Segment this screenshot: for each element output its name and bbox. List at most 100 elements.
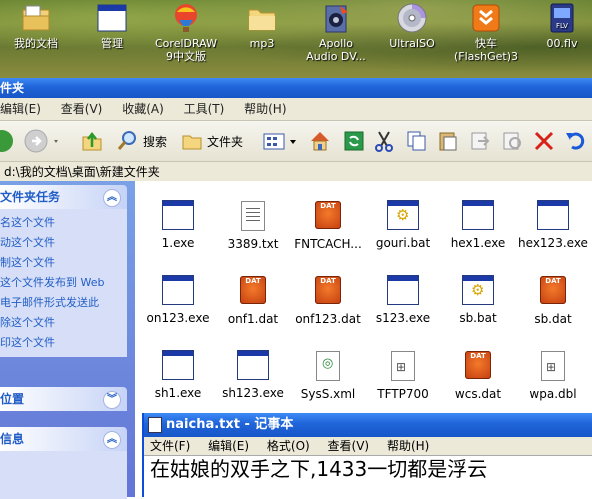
- paste-button[interactable]: [436, 129, 460, 153]
- file-item[interactable]: DAT wcs.dat: [441, 349, 515, 401]
- file-name: sh1.exe: [154, 386, 202, 400]
- details-body: [0, 451, 127, 499]
- file-item[interactable]: sh123.exe: [216, 349, 290, 400]
- file-tasks-title: 文件夹任务: [0, 190, 61, 204]
- forward-arrow-icon: [24, 129, 58, 153]
- exe-file-icon: [462, 200, 494, 232]
- desktop-icon-apollo[interactable]: Apollo Audio DV...: [300, 2, 372, 63]
- menu-favorites[interactable]: 收藏(A): [122, 102, 164, 116]
- notepad-menu-bar: 文件(F) 编辑(E) 格式(O) 查看(V) 帮助(H): [144, 437, 592, 456]
- collapse-chevron-icon[interactable]: ︽: [103, 431, 121, 449]
- file-item[interactable]: wpa.dbl: [516, 349, 590, 401]
- folders-button[interactable]: 文件夹: [180, 129, 243, 153]
- exe-file-icon: [162, 200, 194, 232]
- file-name: sb.dat: [534, 312, 572, 326]
- desktop-icon-flv[interactable]: FLV 00.flv: [526, 2, 592, 50]
- file-item[interactable]: 1.exe: [141, 199, 215, 250]
- up-folder-icon: [82, 131, 102, 151]
- desktop-icon-my-documents[interactable]: 我的文档: [0, 2, 72, 50]
- notepad-menu-edit[interactable]: 编辑(E): [208, 439, 249, 453]
- file-name: 3389.txt: [227, 237, 279, 251]
- cut-button[interactable]: [372, 129, 396, 153]
- desktop-icon-ultraiso[interactable]: UltraISO: [376, 2, 448, 50]
- folder-icon: [246, 2, 278, 34]
- file-item[interactable]: sh1.exe: [141, 349, 215, 400]
- notepad-menu-file[interactable]: 文件(F): [150, 439, 190, 453]
- file-name: onf1.dat: [227, 312, 279, 326]
- views-button[interactable]: [262, 129, 300, 153]
- paste-icon: [439, 132, 457, 151]
- file-item[interactable]: 3389.txt: [216, 199, 290, 251]
- desktop-icon-manage[interactable]: 管理: [76, 2, 148, 50]
- copy-to-icon: [503, 132, 521, 150]
- file-tasks-header[interactable]: 文件夹任务 ︽: [0, 185, 127, 209]
- file-item[interactable]: SysS.xml: [291, 349, 365, 401]
- flv-file-icon: FLV: [546, 2, 578, 34]
- desktop-icon-label: 快车: [475, 37, 497, 50]
- task-move[interactable]: 动这个文件: [0, 233, 127, 253]
- task-pane: 文件夹任务 ︽ 名这个文件 动这个文件 制这个文件 这个文件发布到 Web 电子…: [0, 181, 135, 499]
- search-label: 搜索: [143, 134, 168, 149]
- file-tasks-panel: 文件夹任务 ︽ 名这个文件 动这个文件 制这个文件 这个文件发布到 Web 电子…: [0, 185, 127, 357]
- desktop-icon-mp3[interactable]: mp3: [226, 2, 298, 50]
- menu-help[interactable]: 帮助(H): [244, 102, 286, 116]
- notepad-menu-help[interactable]: 帮助(H): [387, 439, 429, 453]
- file-item[interactable]: DAT FNTCACH...: [291, 199, 365, 251]
- collapse-chevron-icon[interactable]: ︽: [103, 189, 121, 207]
- copy-to-button[interactable]: [500, 129, 524, 153]
- task-delete[interactable]: 除这个文件: [0, 313, 127, 333]
- file-name: s123.exe: [375, 311, 431, 325]
- desktop-icon-flashget[interactable]: 快车 (FlashGet)3: [450, 2, 522, 63]
- task-publish-web[interactable]: 这个文件发布到 Web: [0, 273, 127, 293]
- file-item[interactable]: DAT onf1.dat: [216, 274, 290, 326]
- task-copy[interactable]: 制这个文件: [0, 253, 127, 273]
- file-item[interactable]: hex1.exe: [441, 199, 515, 250]
- task-rename[interactable]: 名这个文件: [0, 213, 127, 233]
- copy-icon: [407, 131, 426, 151]
- address-bar[interactable]: d:\我的文档\桌面\新建文件夹: [0, 162, 592, 183]
- move-to-icon: [471, 132, 490, 150]
- expand-chevron-icon[interactable]: ︾: [103, 391, 121, 409]
- other-places-header[interactable]: 位置 ︾: [0, 387, 127, 411]
- file-item[interactable]: hex123.exe: [516, 199, 590, 250]
- delete-button[interactable]: [532, 129, 556, 153]
- window-title: 件夹: [0, 81, 25, 95]
- up-folder-button[interactable]: [80, 129, 104, 153]
- notepad-menu-format[interactable]: 格式(O): [267, 439, 310, 453]
- undo-icon: [566, 132, 585, 150]
- file-item[interactable]: on123.exe: [141, 274, 215, 325]
- notepad-text-area[interactable]: 在姑娘的双手之下,1433一切都是浮云: [144, 456, 592, 482]
- search-button[interactable]: 搜索: [116, 129, 167, 153]
- exe-file-icon: [537, 200, 569, 232]
- home-button[interactable]: [308, 129, 332, 153]
- file-item[interactable]: DAT sb.dat: [516, 274, 590, 326]
- details-header[interactable]: 信息 ︽: [0, 427, 127, 451]
- desktop: 我的文档 管理 CorelDRAW 9中文版 mp3 Apollo Audio …: [0, 0, 592, 78]
- refresh-button[interactable]: [342, 129, 366, 153]
- back-button[interactable]: [0, 129, 14, 153]
- file-name: hex123.exe: [518, 236, 588, 250]
- desktop-icon-coreldraw[interactable]: CorelDRAW 9中文版: [150, 2, 222, 63]
- file-item[interactable]: DAT onf123.dat: [291, 274, 365, 326]
- move-to-button[interactable]: [468, 129, 492, 153]
- dbl-file-icon: [537, 351, 569, 383]
- explorer-title-bar[interactable]: 件夹: [0, 78, 592, 98]
- file-item[interactable]: gouri.bat: [366, 199, 440, 250]
- bat-file-icon: [387, 200, 419, 232]
- task-print[interactable]: 印这个文件: [0, 333, 127, 353]
- forward-button[interactable]: [24, 129, 64, 153]
- file-item[interactable]: s123.exe: [366, 274, 440, 325]
- app-window-icon: [96, 2, 128, 34]
- file-item[interactable]: TFTP700: [366, 349, 440, 401]
- file-item[interactable]: sb.bat: [441, 274, 515, 325]
- copy-button[interactable]: [404, 129, 428, 153]
- file-name: onf123.dat: [295, 312, 361, 326]
- menu-tools[interactable]: 工具(T): [184, 102, 225, 116]
- menu-view[interactable]: 查看(V): [61, 102, 103, 116]
- undo-button[interactable]: [564, 129, 588, 153]
- task-email[interactable]: 电子邮件形式发送此: [0, 293, 127, 313]
- dat-file-icon: DAT: [237, 276, 269, 308]
- notepad-title-bar[interactable]: naicha.txt - 记事本: [144, 413, 592, 437]
- menu-edit[interactable]: 编辑(E): [0, 102, 41, 116]
- notepad-menu-view[interactable]: 查看(V): [328, 439, 370, 453]
